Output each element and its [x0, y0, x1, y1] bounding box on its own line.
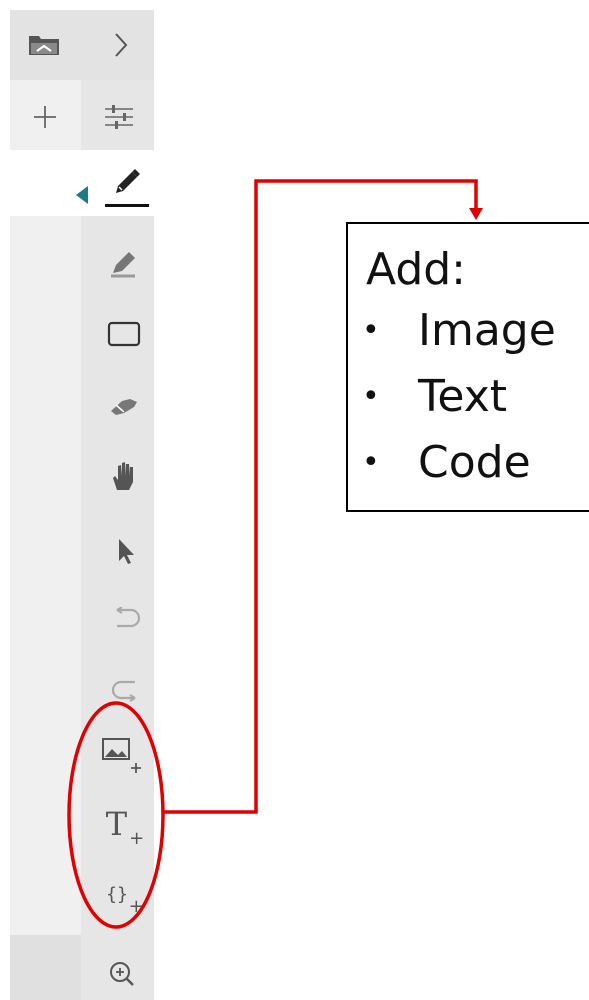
add-text-plus: + [129, 827, 145, 849]
arrow-head-icon [469, 208, 483, 220]
eraser-icon[interactable] [102, 388, 146, 424]
callout-box: Add: • Image • Text • Code [346, 222, 589, 512]
open-folder-icon[interactable] [24, 28, 64, 62]
rectangle-icon[interactable] [102, 316, 146, 352]
chevron-right-icon[interactable] [106, 28, 136, 62]
add-text-icon[interactable]: T + [98, 800, 152, 849]
add-code-icon[interactable]: {} + [98, 870, 152, 918]
hand-icon[interactable] [102, 456, 146, 496]
callout-list: • Image • Text • Code [348, 298, 556, 496]
callout-item-code: • Code [348, 430, 556, 496]
plus-icon[interactable] [28, 100, 62, 134]
zoom-in-icon[interactable] [102, 954, 142, 994]
active-indicator-caret [76, 186, 88, 204]
bullet: • [362, 445, 380, 480]
bottom-strip [10, 935, 81, 1000]
callout-title: Add: [366, 244, 467, 295]
bullet: • [362, 313, 380, 348]
add-image-icon[interactable] [98, 734, 148, 776]
sliders-icon[interactable] [101, 100, 137, 134]
redo-icon[interactable] [106, 674, 146, 708]
pen-icon[interactable] [106, 164, 146, 202]
pointer-icon[interactable] [106, 532, 146, 570]
tool-panel: T + {} + [10, 10, 154, 1000]
callout-item-text: • Text [348, 364, 556, 430]
active-tool-underline [105, 204, 149, 207]
callout-item-image: • Image [348, 298, 556, 364]
highlighter-icon[interactable] [102, 246, 146, 282]
bullet: • [362, 379, 380, 414]
add-code-glyph: {} [106, 883, 128, 905]
add-text-glyph: T [105, 805, 128, 843]
callout-item-label: Text [418, 371, 507, 422]
undo-icon[interactable] [106, 602, 146, 636]
add-code-plus: + [128, 895, 144, 917]
callout-item-label: Code [418, 437, 531, 488]
callout-item-label: Image [418, 305, 556, 356]
